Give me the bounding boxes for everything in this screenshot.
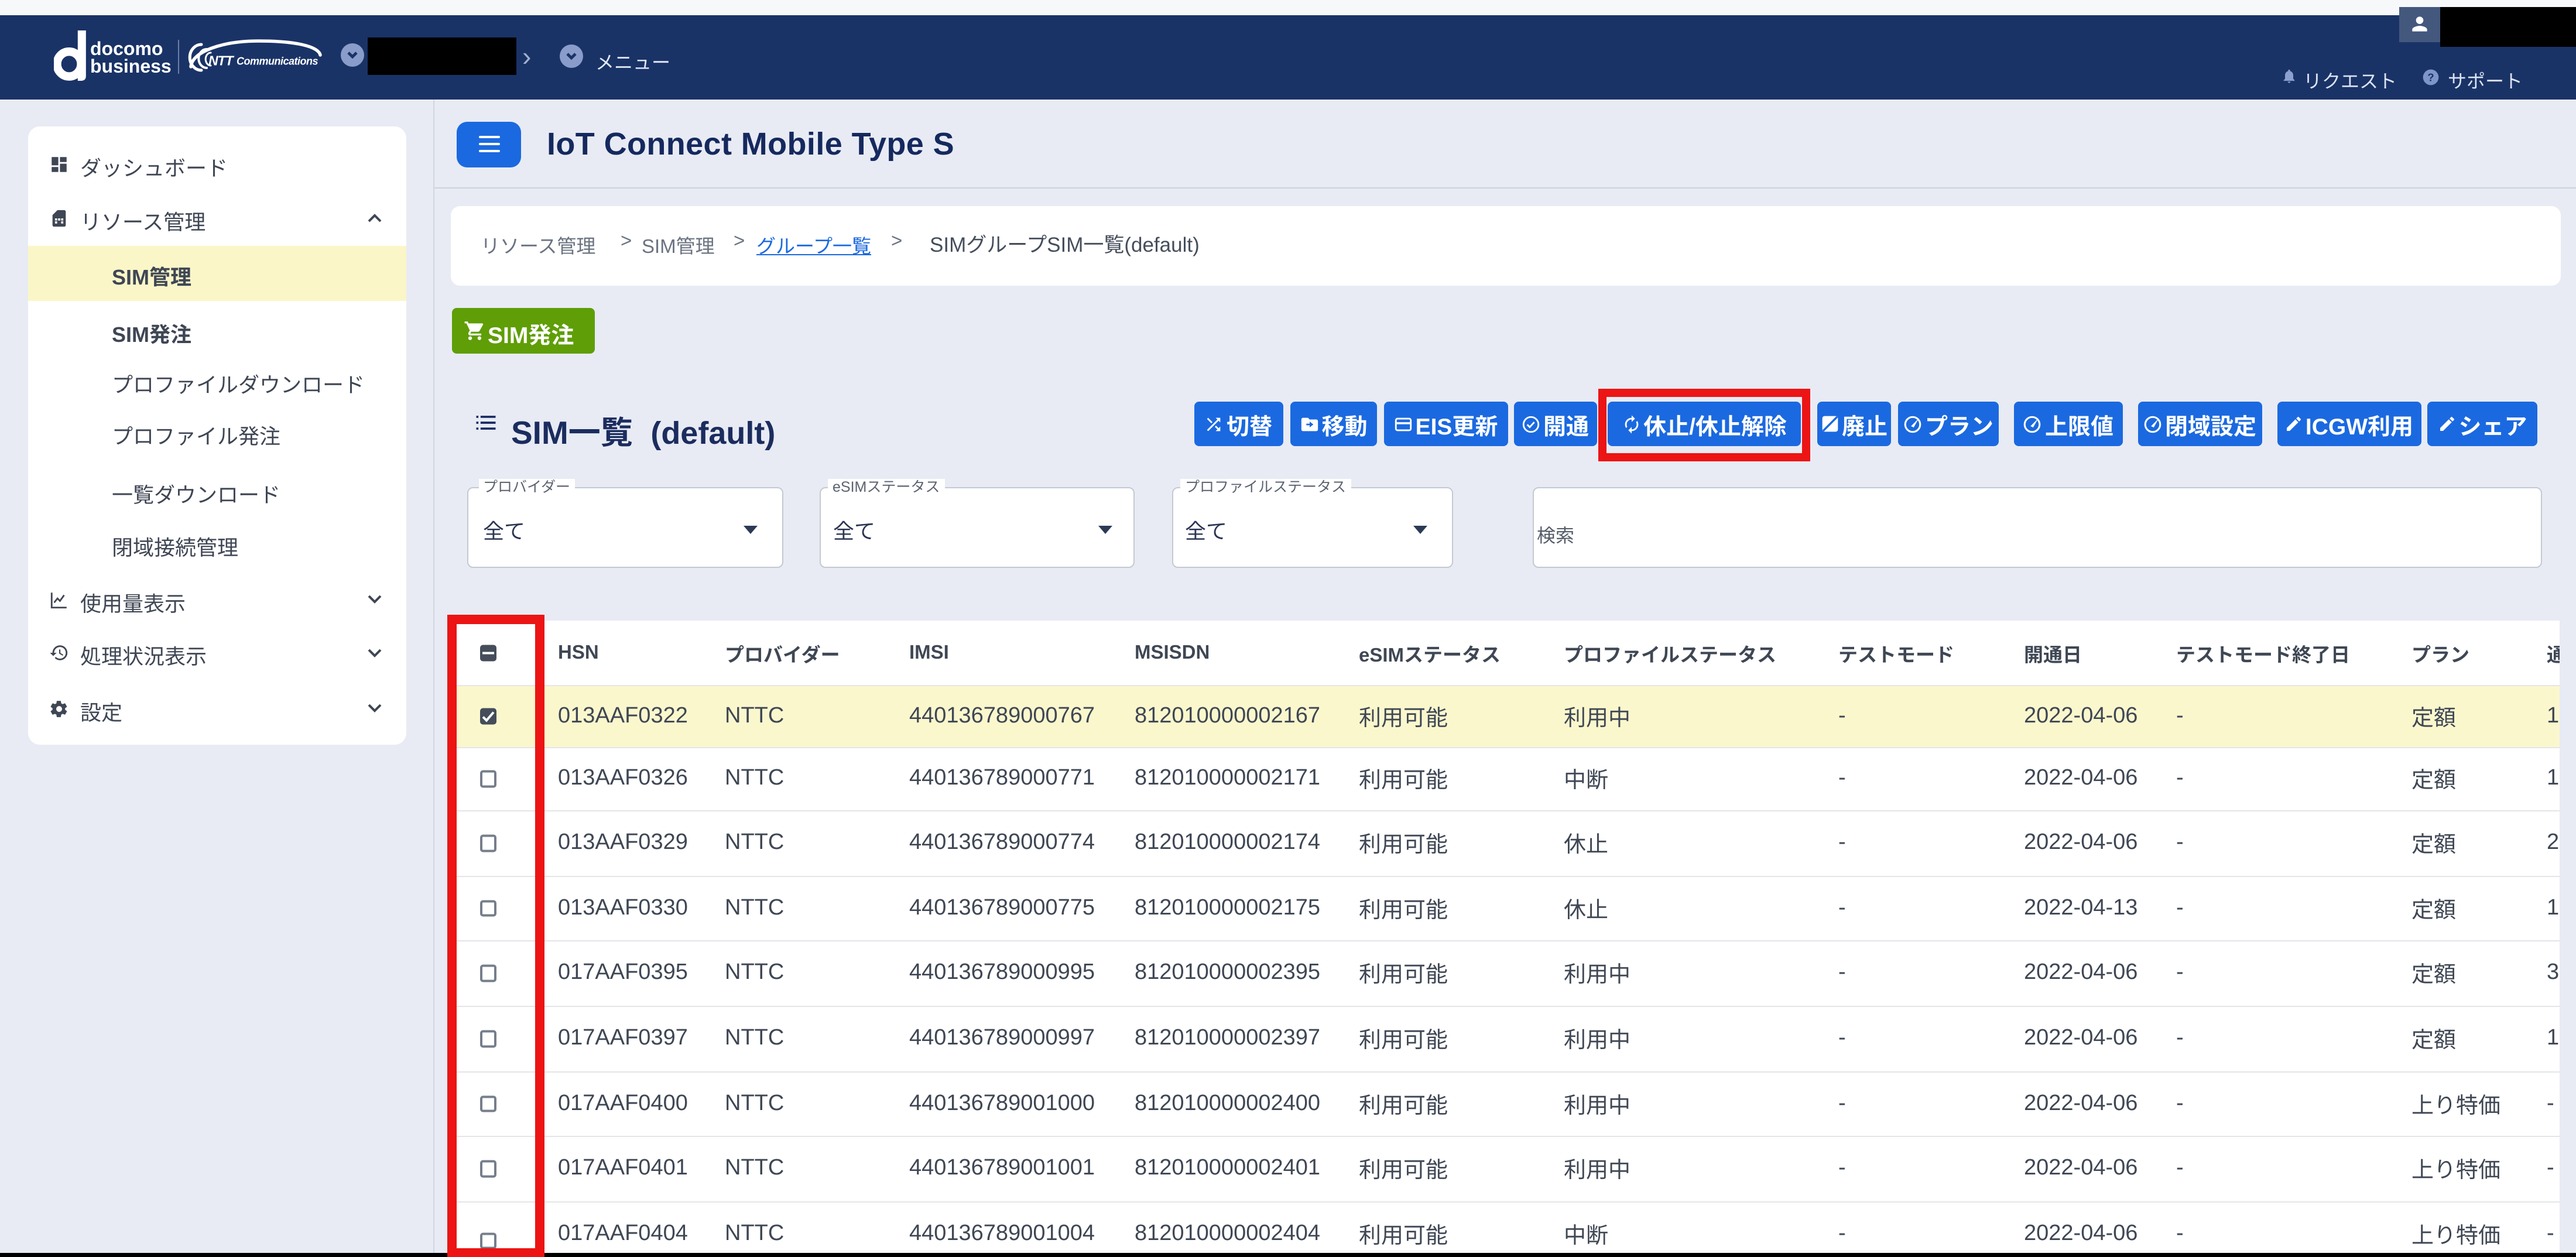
svg-text:?: ? [2427, 71, 2434, 83]
svg-text:Communications: Communications [237, 56, 318, 67]
svg-text:NTT: NTT [208, 53, 235, 68]
